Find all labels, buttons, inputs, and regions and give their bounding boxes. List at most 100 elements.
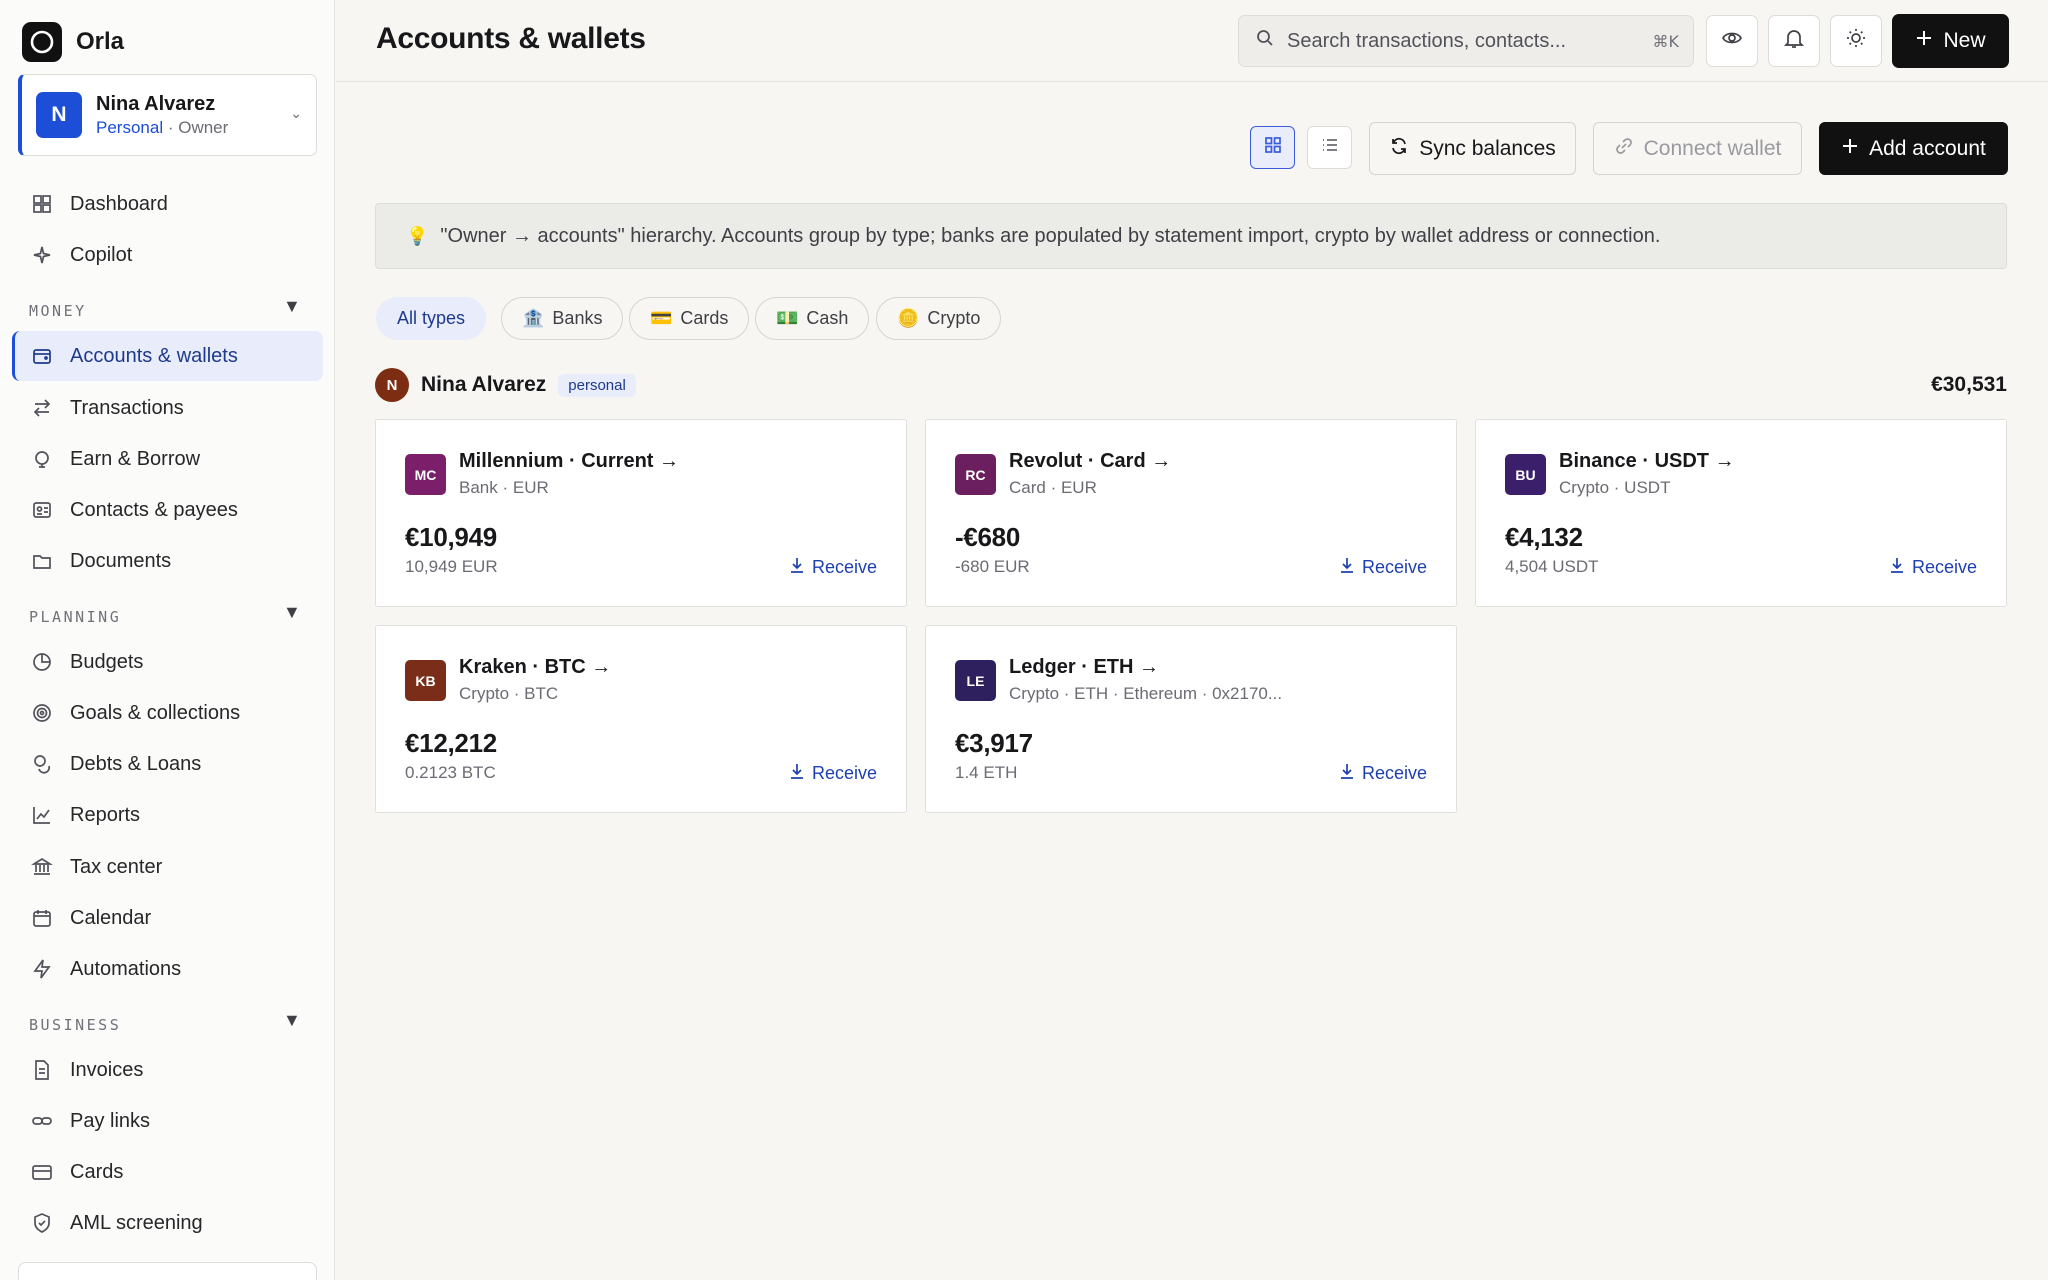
brand[interactable]: Orla (22, 22, 124, 62)
account-card[interactable]: RC Revolut · Card → Card · EUR -€680 -68… (925, 419, 1457, 607)
account-card[interactable]: MC Millennium · Current → Bank · EUR €10… (375, 419, 907, 607)
arrows-exchange-icon (30, 396, 54, 420)
account-balance: €12,212 (405, 728, 497, 758)
sidebar-item-pay-links[interactable]: Pay links (12, 1096, 323, 1146)
sidebar-item-automations[interactable]: Automations (12, 944, 323, 994)
section-label-planning: PLANNING (29, 608, 122, 626)
account-subtitle: Card · EUR (1009, 478, 1097, 497)
search-icon (1255, 28, 1275, 54)
account-card[interactable]: KB Kraken · BTC → Crypto · BTC €12,212 0… (375, 625, 907, 813)
notifications-button[interactable] (1768, 15, 1820, 67)
sidebar-item-label: Cards (70, 1160, 124, 1183)
receive-label: Receive (811, 763, 877, 783)
collapse-toggle-icon[interactable]: ▼ (283, 296, 301, 317)
search-shortcut: ⌘K (1652, 32, 1680, 51)
info-banner: 💡 "Owner → accounts" hierarchy. Accounts… (375, 203, 2007, 269)
add-account-button[interactable]: Add account (1819, 122, 2008, 175)
account-title[interactable]: Ledger · ETH → (1009, 656, 1159, 679)
sidebar-item-label: Calendar (70, 906, 152, 929)
sync-balances-button[interactable]: Sync balances (1369, 122, 1576, 175)
sidebar-item-tax-center[interactable]: Tax center (12, 842, 323, 892)
sidebar-item-cards[interactable]: Cards (12, 1147, 323, 1197)
connect-wallet-button[interactable]: Connect wallet (1593, 122, 1802, 175)
sidebar-item-invoices[interactable]: Invoices (12, 1045, 323, 1095)
receive-label: Receive (1911, 557, 1977, 577)
sun-icon (1845, 27, 1867, 55)
sidebar-item-reports[interactable]: Reports (12, 790, 323, 840)
theme-toggle-button[interactable] (1830, 15, 1882, 67)
receive-label: Receive (811, 557, 877, 577)
credit-card-icon (30, 1160, 54, 1184)
account-card[interactable]: BU Binance · USDT → Crypto · USDT €4,132… (1475, 419, 2007, 607)
account-title[interactable]: Kraken · BTC → (459, 656, 611, 679)
account-title[interactable]: Revolut · Card → (1009, 450, 1171, 473)
filter-chip-banks[interactable]: 🏦 Banks (501, 297, 624, 340)
privacy-toggle-button[interactable] (1706, 15, 1758, 67)
sidebar-item-label: Reports (70, 803, 141, 826)
new-button-label: New (1943, 29, 1986, 52)
app-name: Orla (76, 28, 125, 55)
collapse-toggle-icon[interactable]: ▼ (283, 602, 301, 623)
owner-type: Personal (96, 118, 164, 137)
sidebar-item-dashboard[interactable]: Dashboard (12, 179, 323, 229)
account-logo: KB (405, 660, 446, 701)
account-subtitle: Crypto · USDT (1559, 478, 1671, 497)
sidebar-item-copilot[interactable]: Copilot (12, 230, 323, 280)
grid-view-button[interactable] (1250, 126, 1295, 169)
sidebar-item-transactions[interactable]: Transactions (12, 383, 323, 433)
account-logo: BU (1505, 454, 1546, 495)
sidebar-item-debts[interactable]: Debts & Loans (12, 739, 323, 789)
refresh-icon (1389, 136, 1409, 162)
search-input[interactable] (1287, 29, 1647, 53)
filter-chip-label: All types (397, 308, 466, 328)
owner-name: Nina Alvarez (96, 93, 216, 115)
page-title: Accounts & wallets (376, 22, 646, 55)
sidebar-item-contacts[interactable]: Contacts & payees (12, 485, 323, 535)
plus-icon (1841, 137, 1859, 161)
sidebar-footer-card[interactable] (18, 1262, 317, 1280)
account-native-balance: 4,504 USDT (1505, 557, 1599, 576)
filter-chip-cards[interactable]: 💳 Cards (629, 297, 750, 340)
sidebar-item-earn-borrow[interactable]: Earn & Borrow (12, 434, 323, 484)
account-title[interactable]: Millennium · Current → (459, 450, 679, 473)
list-view-button[interactable] (1307, 126, 1352, 169)
new-button[interactable]: New (1892, 14, 2009, 68)
chevron-down-icon: ⌄ (290, 105, 302, 121)
grid-icon (1264, 136, 1282, 160)
account-card[interactable]: LE Ledger · ETH → Crypto · ETH · Ethereu… (925, 625, 1457, 813)
filter-chip-label: Banks (552, 308, 603, 328)
orla-logo-icon (22, 22, 62, 62)
receive-button[interactable]: Receive (1888, 556, 1977, 579)
invoice-icon (30, 1058, 54, 1082)
bank-building-icon (30, 855, 54, 879)
account-balance: €10,949 (405, 522, 497, 552)
account-title[interactable]: Binance · USDT → (1559, 450, 1735, 473)
sidebar-item-accounts[interactable]: Accounts & wallets (12, 331, 323, 381)
receive-button[interactable]: Receive (788, 762, 877, 785)
account-subtitle: Bank · EUR (459, 478, 549, 497)
owner-subtitle: Personal · Owner (96, 118, 229, 137)
sidebar-item-goals[interactable]: Goals & collections (12, 688, 323, 738)
info-banner-text: "Owner → accounts" hierarchy. Accounts g… (440, 224, 1661, 247)
owner-switcher[interactable]: N Nina Alvarez Personal · Owner ⌄ (18, 74, 317, 156)
lightning-icon (30, 957, 54, 981)
sidebar-item-label: Transactions (70, 396, 184, 419)
download-icon (788, 556, 806, 579)
receive-button[interactable]: Receive (788, 556, 877, 579)
filter-chip-all[interactable]: All types (376, 297, 487, 340)
owner-group-header: N Nina Alvarez personal €30,531 (375, 368, 2007, 402)
sidebar-item-calendar[interactable]: Calendar (12, 893, 323, 943)
receive-label: Receive (1361, 763, 1427, 783)
account-logo: RC (955, 454, 996, 495)
receive-button[interactable]: Receive (1338, 556, 1427, 579)
filter-chip-crypto[interactable]: 🪙 Crypto (876, 297, 1002, 340)
sidebar-item-documents[interactable]: Documents (12, 536, 323, 586)
search-box[interactable]: ⌘K (1238, 15, 1694, 67)
sidebar-item-aml[interactable]: AML screening (12, 1198, 323, 1248)
receive-button[interactable]: Receive (1338, 762, 1427, 785)
collapse-toggle-icon[interactable]: ▼ (283, 1010, 301, 1031)
filter-chip-cash[interactable]: 💵 Cash (755, 297, 870, 340)
plus-icon (1915, 29, 1933, 53)
piggy-bank-icon (30, 447, 54, 471)
sidebar-item-budgets[interactable]: Budgets (12, 637, 323, 687)
